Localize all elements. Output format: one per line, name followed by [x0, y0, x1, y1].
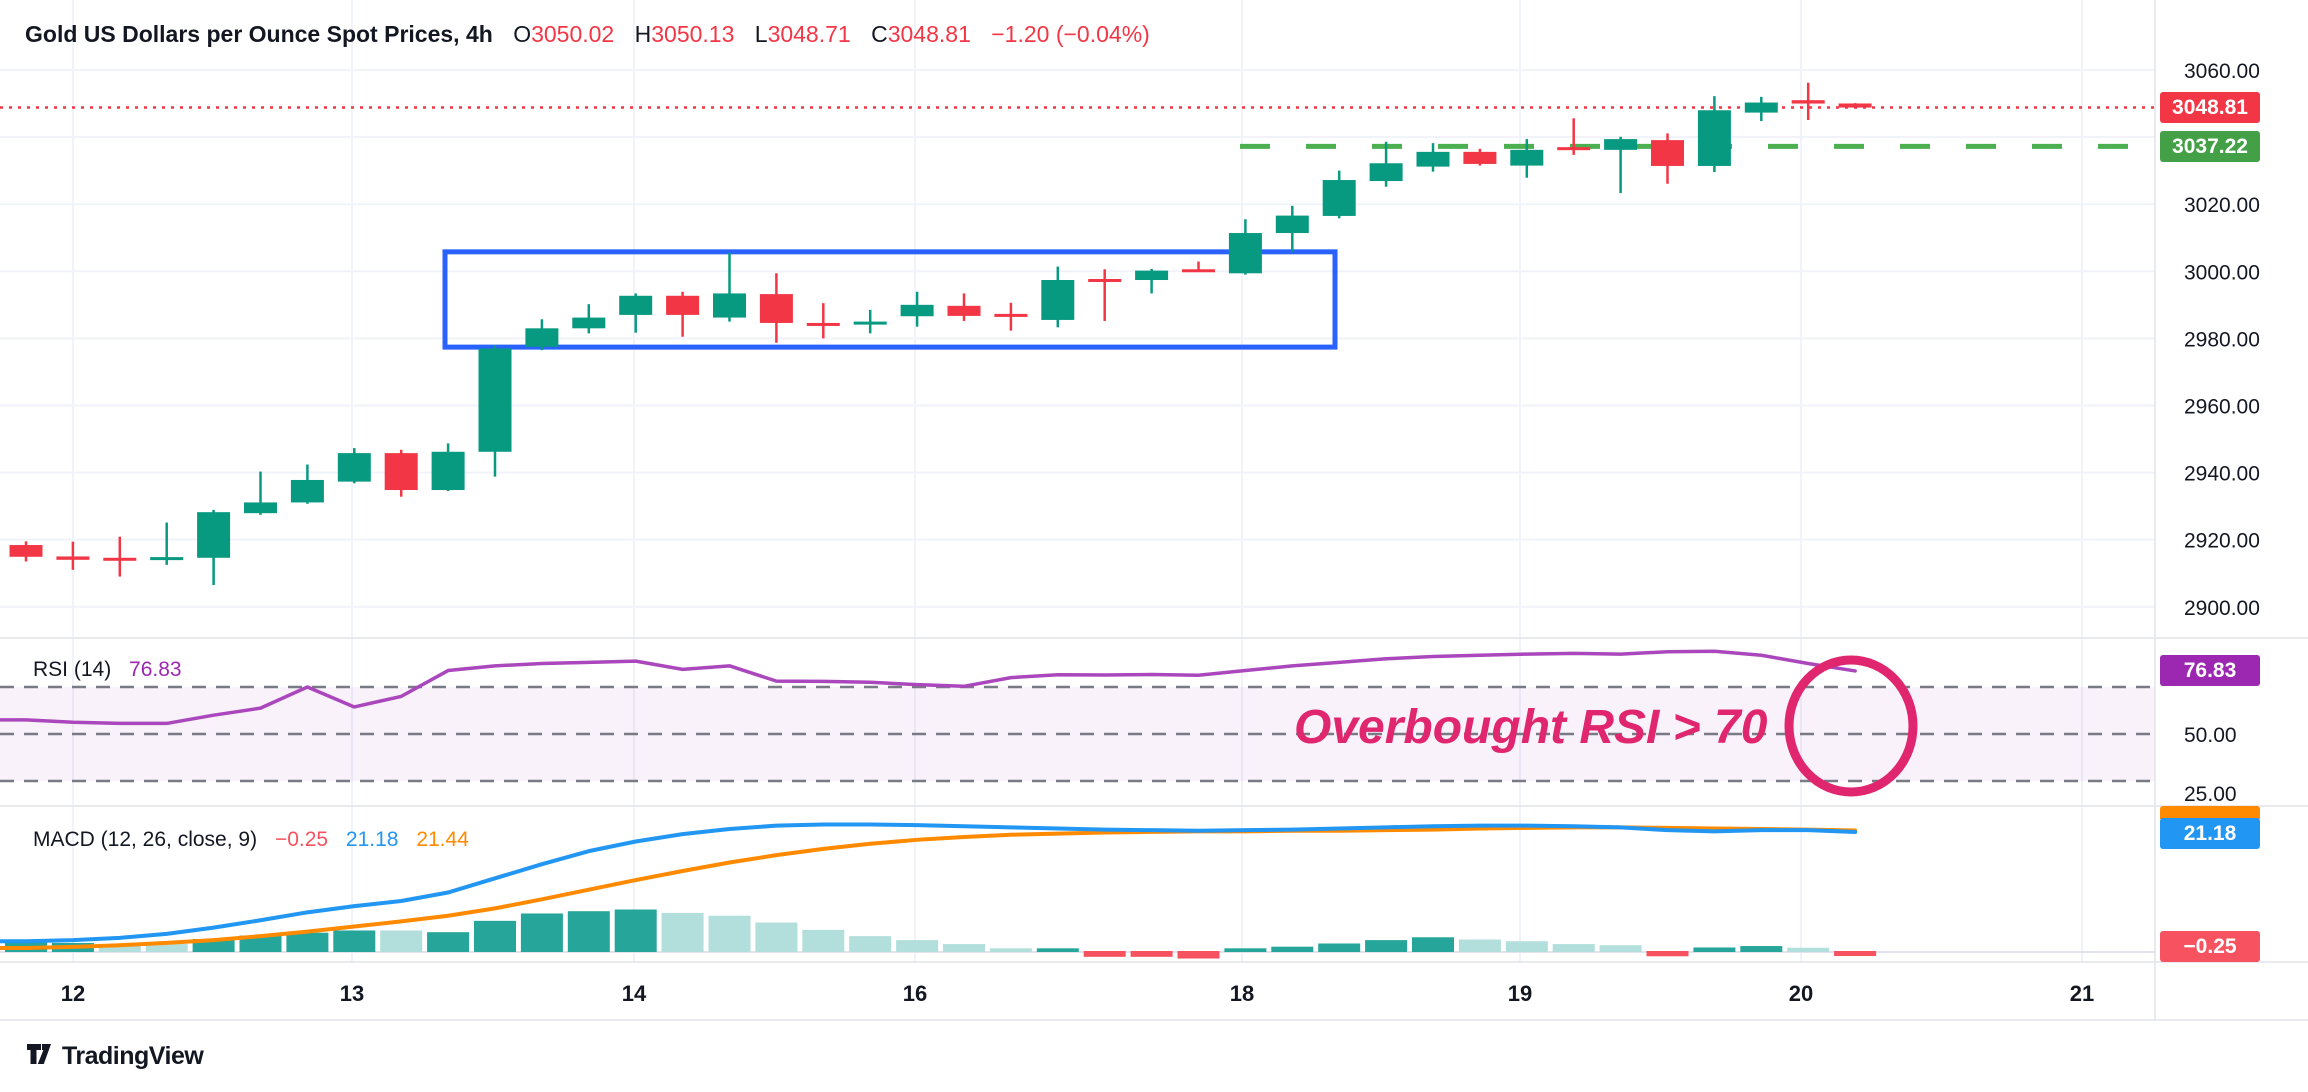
svg-text:3060.00: 3060.00	[2184, 60, 2260, 83]
svg-text:21: 21	[2070, 981, 2094, 1006]
macd-name: MACD (12, 26, close, 9)	[33, 828, 257, 851]
low-label: L	[755, 21, 768, 47]
macd-signal-value: 21.44	[416, 828, 469, 851]
svg-text:25.00: 25.00	[2184, 783, 2237, 806]
rsi-indicator-label[interactable]: RSI (14) 76.83	[33, 658, 182, 682]
rsi-value: 76.83	[129, 658, 182, 681]
svg-text:12: 12	[61, 981, 85, 1006]
svg-text:3020.00: 3020.00	[2184, 194, 2260, 217]
level-price-badge: 3037.22	[2160, 131, 2260, 162]
svg-text:18: 18	[1230, 981, 1254, 1006]
open-label: O	[513, 21, 531, 47]
svg-text:14: 14	[622, 981, 647, 1006]
svg-text:20: 20	[1789, 981, 1813, 1006]
rsi-value-badge: 76.83	[2160, 655, 2260, 686]
svg-text:2960.00: 2960.00	[2184, 395, 2260, 418]
high-label: H	[635, 21, 652, 47]
svg-text:2900.00: 2900.00	[2184, 597, 2260, 620]
svg-text:50.00: 50.00	[2184, 724, 2237, 747]
overbought-annotation[interactable]: Overbought RSI > 70	[1294, 700, 1767, 755]
rsi-name: RSI (14)	[33, 658, 111, 681]
svg-text:2940.00: 2940.00	[2184, 463, 2260, 486]
change-value: −1.20 (−0.04%)	[991, 21, 1150, 47]
macd-hist-badge: −0.25	[2160, 931, 2260, 962]
svg-text:3000.00: 3000.00	[2184, 261, 2260, 284]
current-price-badge: 3048.81	[2160, 92, 2260, 123]
close-value: 3048.81	[888, 21, 971, 47]
symbol-title-row[interactable]: Gold US Dollars per Ounce Spot Prices, 4…	[25, 21, 1150, 48]
low-value: 3048.71	[768, 21, 851, 47]
close-label: C	[871, 21, 888, 47]
macd-hist-value: −0.25	[275, 828, 328, 851]
tradingview-logo-icon	[25, 1040, 53, 1073]
tradingview-chart: 3060.00 3020.00 3000.00 2980.00 2960.00 2940.…	[0, 0, 2308, 1092]
svg-text:2980.00: 2980.00	[2184, 328, 2260, 351]
open-value: 3050.02	[531, 21, 614, 47]
macd-indicator-label[interactable]: MACD (12, 26, close, 9) −0.25 21.18 21.4…	[33, 828, 469, 852]
symbol-title: Gold US Dollars per Ounce Spot Prices, 4…	[25, 21, 493, 47]
macd-value-badge: 21.18	[2160, 818, 2260, 849]
svg-text:16: 16	[903, 981, 927, 1006]
tradingview-logo[interactable]: TradingView	[25, 1040, 203, 1073]
tradingview-logo-text: TradingView	[62, 1042, 203, 1071]
high-value: 3050.13	[651, 21, 734, 47]
macd-line-value: 21.18	[346, 828, 399, 851]
chart-canvas[interactable]: 3060.00 3020.00 3000.00 2980.00 2960.00 2940.…	[0, 0, 2308, 1092]
svg-text:2920.00: 2920.00	[2184, 530, 2260, 553]
svg-text:13: 13	[340, 981, 364, 1006]
svg-text:19: 19	[1508, 981, 1532, 1006]
